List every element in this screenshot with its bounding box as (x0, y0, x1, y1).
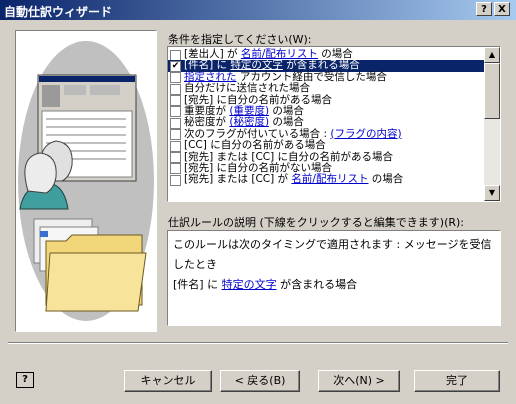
condition-checkbox[interactable] (170, 174, 181, 186)
condition-link[interactable]: 指定された (184, 71, 237, 83)
condition-text: の場合 (269, 116, 304, 129)
condition-link[interactable]: (フラグの内容) (330, 128, 401, 140)
condition-checkbox[interactable] (170, 72, 181, 84)
condition-link[interactable]: (秘密度) (229, 116, 269, 128)
next-button[interactable]: 次へ(N) > (318, 370, 400, 392)
help-icon[interactable]: ? (16, 372, 34, 388)
condition-text: の場合 (368, 173, 404, 186)
condition-text: [宛先] または [CC] が (184, 173, 292, 186)
condition-text: [CC] に自分の名前がある場合 (184, 139, 326, 152)
condition-checkbox[interactable] (170, 83, 181, 95)
condition-link[interactable]: 特定の文字 (230, 59, 283, 71)
conditions-label: 条件を指定してください(W): (168, 33, 312, 46)
conditions-rows: [差出人] が 名前/配布リスト の場合 ✔ [件名] に 特定の文字 が含まれる場… (168, 48, 484, 186)
condition-text: [宛先] に自分の名前がある場合 (184, 93, 333, 106)
condition-checkbox[interactable] (170, 95, 181, 107)
condition-checkbox[interactable] (170, 117, 181, 129)
scroll-down-arrow-icon[interactable]: ▼ (484, 185, 500, 201)
wizard-illustration (15, 30, 157, 332)
condition-text: が含まれる場合 (282, 59, 360, 72)
scroll-thumb[interactable] (484, 63, 500, 119)
condition-text: アカウント経由で受信した場合 (236, 70, 387, 83)
condition-checkbox[interactable] (170, 140, 181, 152)
specific-words-link[interactable]: 特定の文字 (222, 278, 277, 291)
separator (8, 342, 508, 344)
condition-link[interactable]: 名前/配布リスト (291, 173, 368, 185)
condition-checkbox[interactable] (170, 152, 181, 164)
rule-description-box: このルールは次のタイミングで適用されます : メッセージを受信したとき [件名]… (167, 230, 501, 326)
condition-text: [件名] に (184, 59, 231, 72)
finish-button[interactable]: 完了 (414, 370, 500, 392)
conditions-list[interactable]: [差出人] が 名前/配布リスト の場合 ✔ [件名] に 特定の文字 が含まれる場… (167, 46, 501, 202)
description-line-2: [件名] に 特定の文字 が含まれる場合 (173, 275, 495, 295)
condition-checkbox[interactable]: ✔ (170, 60, 181, 72)
condition-text: 次のフラグが付いている場合 : (184, 127, 331, 140)
description-label: 仕訳ルールの説明 (下線をクリックすると編集できます)(R): (168, 216, 465, 229)
condition-text: 秘密度が (184, 116, 230, 129)
conditions-scrollbar[interactable]: ▲ ▼ (484, 47, 500, 201)
condition-checkbox[interactable] (170, 49, 181, 61)
condition-text: [宛先] または [CC] に自分の名前がある場合 (184, 150, 394, 163)
description-line-2-suffix: が含まれる場合 (276, 278, 358, 291)
scroll-up-arrow-icon[interactable]: ▲ (484, 47, 500, 63)
window-title: 自動仕訳ウィザード (4, 5, 113, 19)
condition-item[interactable]: [宛先] または [CC] が 名前/配布リスト の場合 (168, 173, 484, 186)
condition-checkbox[interactable] (170, 129, 181, 141)
help-title-button[interactable]: ? (476, 2, 492, 16)
title-bar: 自動仕訳ウィザード ? X (0, 0, 516, 20)
back-button[interactable]: < 戻る(B) (220, 370, 300, 392)
close-button[interactable]: X (494, 2, 510, 16)
condition-checkbox[interactable] (170, 163, 181, 175)
cancel-button[interactable]: キャンセル (124, 370, 212, 392)
wizard-illustration-graphic (18, 41, 154, 321)
rules-wizard-window: 自動仕訳ウィザード ? X 条件を指定してください(W): [差出人] が 名前… (0, 0, 516, 404)
description-line-2-prefix: [件名] に (173, 278, 222, 291)
condition-text: 自分だけに送信された場合 (184, 82, 310, 95)
condition-checkbox[interactable] (170, 106, 181, 118)
description-line-1: このルールは次のタイミングで適用されます : メッセージを受信したとき (173, 238, 492, 271)
